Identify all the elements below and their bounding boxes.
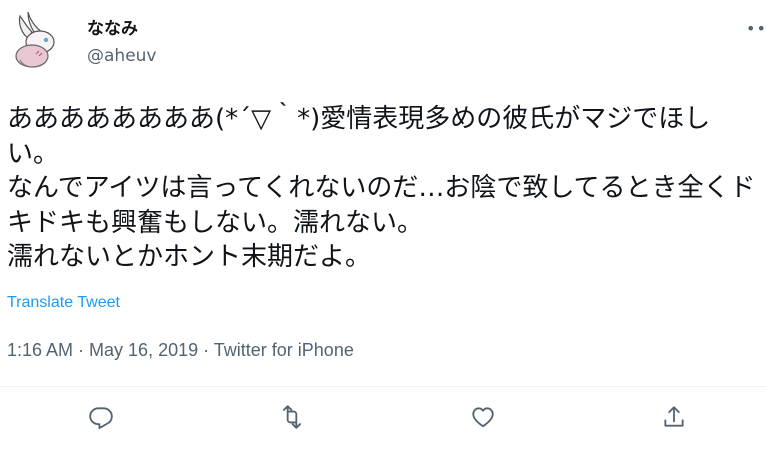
display-name[interactable]: ななみ bbox=[87, 14, 138, 39]
avatar[interactable] bbox=[6, 10, 66, 72]
more-options-icon[interactable]: ••• bbox=[746, 21, 766, 37]
share-button[interactable] bbox=[660, 403, 688, 431]
user-handle[interactable]: @aheuv bbox=[87, 46, 157, 66]
retweet-button[interactable] bbox=[278, 403, 306, 431]
like-button[interactable] bbox=[469, 403, 497, 431]
divider bbox=[0, 386, 766, 387]
like-icon bbox=[472, 407, 494, 428]
tweet-text: ああああああああ(*´▽｀*)愛情表現多めの彼氏がマジでほしい。 なんでアイツは… bbox=[7, 104, 756, 272]
tweet-timestamp[interactable]: 1:16 AM · May 16, 2019 · Twitter for iPh… bbox=[7, 340, 354, 361]
share-icon bbox=[664, 406, 684, 427]
reply-button[interactable] bbox=[87, 403, 115, 431]
reply-icon bbox=[89, 407, 113, 429]
translate-tweet-link[interactable]: Translate Tweet bbox=[7, 294, 120, 312]
retweet-icon bbox=[282, 405, 302, 429]
